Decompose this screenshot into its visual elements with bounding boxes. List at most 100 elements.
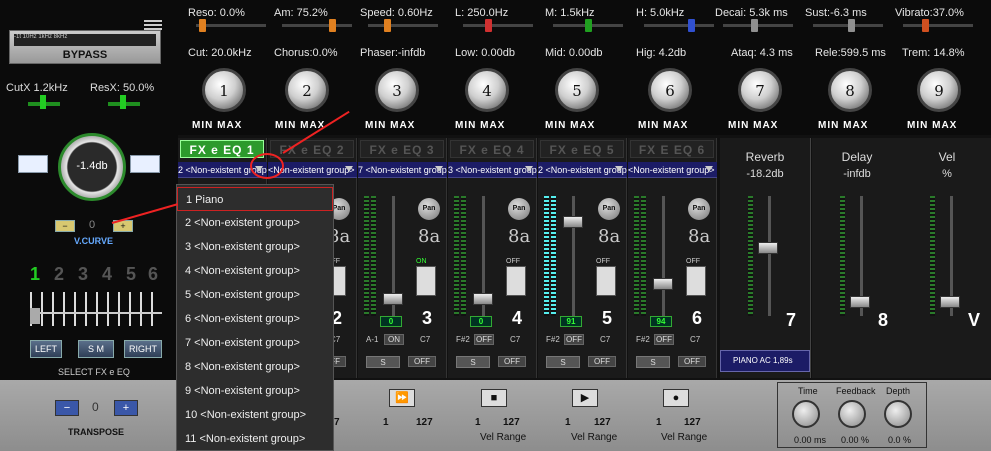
group-select[interactable]: 3 <Non-existent group> bbox=[448, 162, 537, 178]
vcurve-minus-button[interactable]: − bbox=[55, 220, 75, 232]
param-slider-2[interactable]: Am: 75.2% bbox=[274, 7, 364, 37]
dropdown-item[interactable]: 7 <Non-existent group> bbox=[177, 331, 333, 355]
left-small-pad[interactable] bbox=[18, 155, 48, 173]
menu-icon[interactable] bbox=[144, 20, 162, 30]
volume-fader[interactable] bbox=[653, 278, 673, 290]
dropdown-item[interactable]: 1 Piano bbox=[177, 187, 333, 211]
toggle-switch[interactable] bbox=[596, 266, 616, 296]
left-button[interactable]: LEFT bbox=[30, 340, 62, 358]
dropdown-item[interactable]: 9 <Non-existent group> bbox=[177, 379, 333, 403]
fx-fader[interactable] bbox=[758, 242, 778, 254]
param-thumb[interactable] bbox=[329, 19, 336, 32]
knob-3[interactable]: 3 bbox=[375, 68, 419, 112]
fx-select-5[interactable]: 5 bbox=[126, 264, 136, 285]
param-thumb[interactable] bbox=[199, 19, 206, 32]
param-track[interactable] bbox=[196, 19, 266, 32]
right-button[interactable]: RIGHT bbox=[124, 340, 162, 358]
solo-button[interactable]: S bbox=[366, 356, 400, 368]
toggle-switch[interactable] bbox=[686, 266, 706, 296]
param-slider-1[interactable]: Reso: 0.0% bbox=[188, 7, 278, 37]
transpose-plus-button[interactable]: + bbox=[114, 400, 138, 416]
stop-icon[interactable]: ■ bbox=[481, 389, 507, 407]
chevron-down-icon[interactable] bbox=[345, 166, 353, 172]
resx-thumb[interactable] bbox=[120, 95, 126, 109]
dropdown-item[interactable]: 3 <Non-existent group> bbox=[177, 235, 333, 259]
transpose-minus-button[interactable]: − bbox=[55, 400, 79, 416]
param-thumb[interactable] bbox=[585, 19, 592, 32]
pan-knob[interactable]: Pan bbox=[688, 198, 710, 220]
volume-fader[interactable] bbox=[563, 216, 583, 228]
pan-knob[interactable]: Pan bbox=[598, 198, 620, 220]
fx-select-1[interactable]: 1 bbox=[30, 264, 40, 285]
volume-fader[interactable] bbox=[473, 293, 493, 305]
param-track[interactable] bbox=[903, 19, 973, 32]
param-track[interactable] bbox=[282, 19, 352, 32]
chevron-down-icon[interactable] bbox=[705, 166, 713, 172]
chevron-down-icon[interactable] bbox=[525, 166, 533, 172]
record-icon[interactable]: ● bbox=[663, 389, 689, 407]
param-slider-4[interactable]: L: 250.0Hz bbox=[455, 7, 545, 37]
mute-off-button[interactable]: OFF bbox=[678, 356, 706, 367]
chevron-down-icon[interactable] bbox=[435, 166, 443, 172]
fx-fader[interactable] bbox=[850, 296, 870, 308]
fx-select-2[interactable]: 2 bbox=[54, 264, 64, 285]
fx-eq-tab[interactable]: FX e EQ 5 bbox=[540, 140, 624, 158]
volume-fader-track[interactable] bbox=[662, 196, 665, 316]
right-small-pad[interactable] bbox=[130, 155, 160, 173]
dropdown-item[interactable]: 11 <Non-existent group> bbox=[177, 427, 333, 451]
param-slider-8[interactable]: Sust:-6.3 ms bbox=[805, 7, 895, 37]
fx-select-3[interactable]: 3 bbox=[78, 264, 88, 285]
param-track[interactable] bbox=[463, 19, 533, 32]
knob-8[interactable]: 8 bbox=[828, 68, 872, 112]
param-slider-3[interactable]: Speed: 0.60Hz bbox=[360, 7, 450, 37]
dropdown-item[interactable]: 10 <Non-existent group> bbox=[177, 403, 333, 427]
param-thumb[interactable] bbox=[688, 19, 695, 32]
off-button[interactable]: OFF bbox=[474, 334, 494, 345]
dropdown-item[interactable]: 4 <Non-existent group> bbox=[177, 259, 333, 283]
dropdown-item[interactable]: 6 <Non-existent group> bbox=[177, 307, 333, 331]
param-thumb[interactable] bbox=[751, 19, 758, 32]
fx-select-slider[interactable] bbox=[30, 292, 162, 326]
off-button[interactable]: ON bbox=[384, 334, 404, 345]
param-track[interactable] bbox=[368, 19, 438, 32]
fx-eq-tab[interactable]: FX e EQ 4 bbox=[450, 140, 534, 158]
solo-button[interactable]: S bbox=[636, 356, 670, 368]
sm-button[interactable]: S M bbox=[78, 340, 114, 358]
param-thumb[interactable] bbox=[384, 19, 391, 32]
param-track[interactable] bbox=[723, 19, 793, 32]
mute-off-button[interactable]: OFF bbox=[498, 356, 526, 367]
fx-eq-tab[interactable]: FX e EQ 1 bbox=[180, 140, 264, 158]
fx-select-4[interactable]: 4 bbox=[102, 264, 112, 285]
param-track[interactable] bbox=[813, 19, 883, 32]
pan-knob[interactable]: Pan bbox=[508, 198, 530, 220]
group-select[interactable]: 7 <Non-existent group> bbox=[358, 162, 447, 178]
fx-fader[interactable] bbox=[940, 296, 960, 308]
param-thumb[interactable] bbox=[922, 19, 929, 32]
param-slider-5[interactable]: M: 1.5kHz bbox=[545, 7, 635, 37]
group-select[interactable]: <Non-existent group> bbox=[628, 162, 717, 178]
mute-off-button[interactable]: OFF bbox=[408, 356, 436, 367]
group-select[interactable]: 2 <Non-existent group> bbox=[538, 162, 627, 178]
chevron-down-icon[interactable] bbox=[615, 166, 623, 172]
fx-select-6[interactable]: 6 bbox=[148, 264, 158, 285]
solo-button[interactable]: S bbox=[546, 356, 580, 368]
knob-6[interactable]: 6 bbox=[648, 68, 692, 112]
knob-9[interactable]: 9 bbox=[917, 68, 961, 112]
knob-5[interactable]: 5 bbox=[555, 68, 599, 112]
knob-1[interactable]: 1 bbox=[202, 68, 246, 112]
pan-knob[interactable]: Pan bbox=[418, 198, 440, 220]
param-thumb[interactable] bbox=[848, 19, 855, 32]
dropdown-item[interactable]: 5 <Non-existent group> bbox=[177, 283, 333, 307]
mute-off-button[interactable]: OFF bbox=[588, 356, 616, 367]
param-slider-7[interactable]: Decai: 5.3k ms bbox=[715, 7, 805, 37]
fx-fader-track[interactable] bbox=[768, 196, 771, 316]
time-knob[interactable] bbox=[792, 400, 820, 428]
param-slider-9[interactable]: Vibrato:37.0% bbox=[895, 7, 985, 37]
bypass-button[interactable]: -1t 10Hz 1kHz 8kHz BYPASS bbox=[9, 30, 161, 64]
toggle-switch[interactable] bbox=[506, 266, 526, 296]
preset-select[interactable]: PIANO AC 1,89s bbox=[720, 350, 810, 372]
gain-knob[interactable]: -1.4db bbox=[58, 133, 126, 201]
fx-eq-tab[interactable]: FX E EQ 6 bbox=[630, 140, 714, 158]
knob-7[interactable]: 7 bbox=[738, 68, 782, 112]
volume-fader-track[interactable] bbox=[572, 196, 575, 316]
